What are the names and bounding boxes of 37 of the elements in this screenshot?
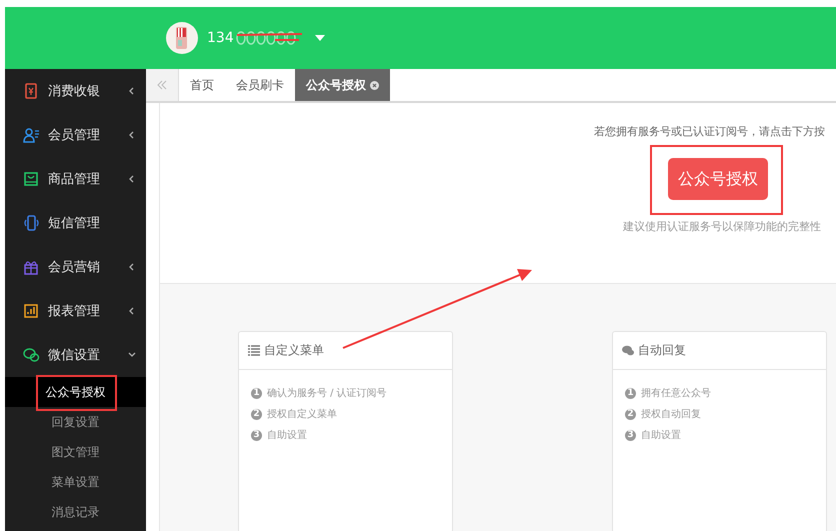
double-chevron-left-icon (157, 80, 167, 90)
redaction-mark (234, 30, 305, 46)
step-text: 自助设置 (267, 428, 307, 442)
step-number: 2 (251, 408, 262, 420)
sidebar-item[interactable]: 微信设置 (5, 333, 146, 377)
card-title: 自定义菜单 (264, 342, 324, 359)
sidebar-item[interactable]: 短信管理 (5, 201, 146, 245)
hint-text: 建议使用认证服务号以保障功能的完整性 (623, 219, 822, 234)
sidebar-subitem[interactable]: 消息记录 (5, 497, 146, 527)
sidebar-item[interactable]: 会员管理 (5, 113, 146, 157)
chat-icon (622, 345, 634, 356)
step-text: 授权自动回复 (641, 408, 701, 421)
sidebar-subitem[interactable]: 公众号授权 (5, 377, 146, 407)
step-text: 拥有任意公众号 (641, 386, 711, 400)
close-icon[interactable] (370, 80, 379, 90)
step-number: 3 (625, 430, 636, 440)
step-text: 授权自定义菜单 (267, 408, 337, 421)
card-title: 自动回复 (638, 342, 686, 359)
prompt-text: 若您拥有服务号或已认证订阅号，请点击下方按 (594, 124, 826, 139)
tab[interactable]: 首页 (179, 69, 225, 101)
sidebar-subitem[interactable]: 菜单设置 (5, 467, 146, 497)
step-number: 1 (625, 388, 636, 398)
step-text: 确认为服务号 / 认证订阅号 (267, 386, 387, 400)
sidebar-item[interactable]: 会员营销 (5, 245, 146, 289)
tab[interactable]: 会员刷卡 (225, 69, 295, 101)
sidebar-subitem[interactable]: 回复设置 (5, 407, 146, 437)
list-icon (248, 345, 260, 356)
step-number: 1 (251, 388, 262, 398)
sidebar-item[interactable]: 商品管理 (5, 157, 146, 201)
sidebar-subitem[interactable]: 图文管理 (5, 437, 146, 467)
sidebar-item[interactable]: 报表管理 (5, 289, 146, 333)
sidebar-item[interactable]: 消费收银 (5, 69, 146, 113)
avatar[interactable] (166, 22, 198, 54)
step-number: 3 (251, 430, 262, 440)
step-number: 2 (625, 408, 636, 420)
tab[interactable]: 公众号授权 (295, 69, 390, 101)
step-text: 自助设置 (641, 428, 681, 442)
